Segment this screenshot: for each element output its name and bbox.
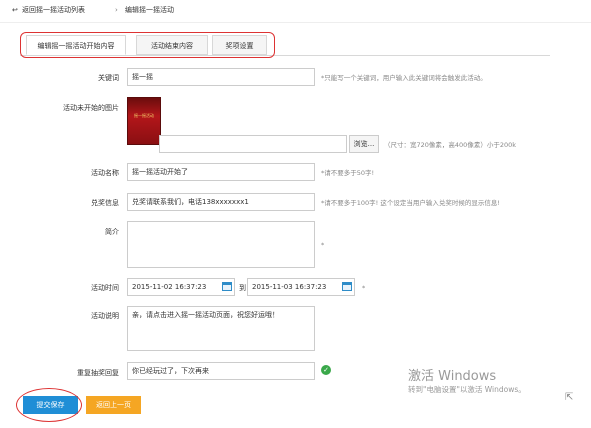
breadcrumb-separator: › [115,6,118,14]
exchange-input[interactable] [127,193,315,211]
intro-label: 简介 [105,228,119,236]
desc-textarea[interactable]: 亲，请点击进入摇一摇活动页面，祝您好运哦！ [127,306,315,351]
breadcrumb-current: 编辑摇一摇活动 [125,6,174,14]
breadcrumb-divider [0,22,591,23]
repeat-label: 重复抽奖回复 [77,369,119,377]
image-label: 活动未开始的图片 [63,104,119,112]
name-label: 活动名称 [91,169,119,177]
keyword-input[interactable] [127,68,315,86]
start-calendar-icon[interactable] [222,282,232,291]
intro-textarea[interactable] [127,221,315,268]
back-previous-button[interactable]: 返回上一页 [86,396,141,414]
exchange-hint: *请不要多于100字! 这个设定当用户输入兑奖时候的显示信息! [321,199,500,207]
activity-poster-image [127,97,161,145]
image-hint: （尺寸：宽720像素，高400像素）小于200k [384,141,516,149]
time-hint: * [362,284,366,292]
browse-button[interactable]: 浏览... [349,135,379,153]
keyword-hint: *只能写一个关键词，用户输入此关键词将会触发此活动。 [321,74,487,82]
time-label: 活动时间 [91,284,119,292]
exchange-label: 兑奖信息 [91,199,119,207]
back-arrow-icon[interactable]: ↩ [12,4,18,16]
name-input[interactable] [127,163,315,181]
repeat-input[interactable] [127,362,315,380]
windows-watermark-title: 激活 Windows [408,369,497,384]
image-path-input[interactable] [159,135,347,153]
keyword-label: 关键词 [98,74,119,82]
resize-corner-icon: ⇱ [565,392,574,403]
poster-caption: 摇一摇活动 [134,113,154,118]
windows-watermark-subtitle: 转到"电脑设置"以激活 Windows。 [408,385,526,394]
desc-label: 活动说明 [91,312,119,320]
end-calendar-icon[interactable] [342,282,352,291]
submit-highlight-ring [16,388,82,422]
name-hint: *请不要多于50字! [321,169,375,177]
tabs-highlight-frame [20,32,275,58]
intro-hint: * [321,241,325,249]
start-time-input[interactable] [127,278,235,296]
check-circle-icon: ✓ [321,365,331,375]
end-time-input[interactable] [247,278,355,296]
breadcrumb-back-link[interactable]: 返回摇一摇活动列表 [22,4,85,16]
